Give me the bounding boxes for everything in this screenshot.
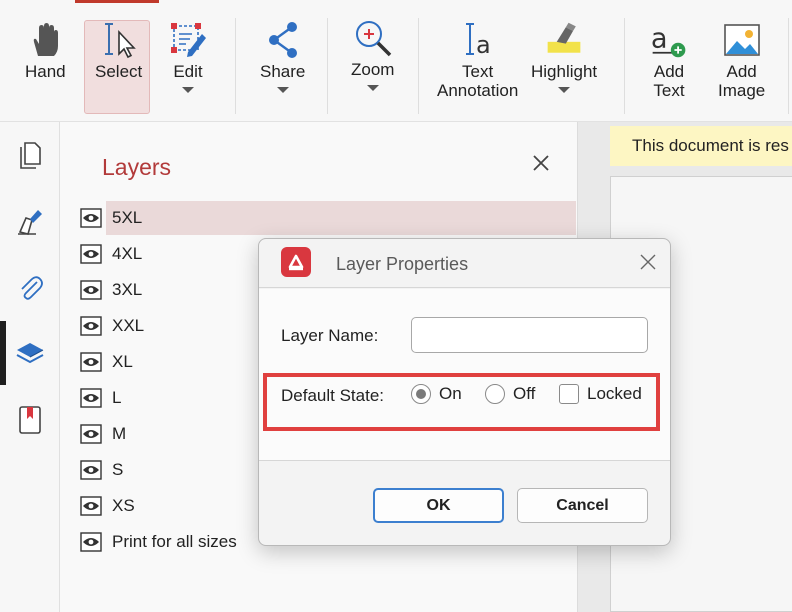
chevron-down-icon xyxy=(366,85,379,91)
layer-label: L xyxy=(112,388,122,407)
checkbox[interactable] xyxy=(559,384,579,404)
radio-button[interactable] xyxy=(485,384,505,404)
toolbar: Hand Select Edit Share Zoom a Text Annot… xyxy=(0,0,792,122)
dialog-body: Layer Name: Default State: On Off Locked xyxy=(259,289,670,461)
selected-row-background xyxy=(106,201,576,235)
zoom-tool-button[interactable]: Zoom xyxy=(351,16,394,91)
toolbar-divider xyxy=(788,18,789,114)
zoom-icon xyxy=(353,16,393,60)
layer-label: Print for all sizes xyxy=(112,532,237,551)
text-annotation-icon: a xyxy=(458,18,498,62)
locked-checkbox[interactable]: Locked xyxy=(559,384,642,404)
share-label: Share xyxy=(260,62,306,81)
add-text-label-line1: Add xyxy=(653,62,685,81)
layers-icon[interactable] xyxy=(0,325,60,381)
toolbar-divider xyxy=(418,18,419,114)
radio-on-label: On xyxy=(439,384,462,403)
attachment-icon[interactable] xyxy=(0,260,60,316)
edit-label: Edit xyxy=(173,62,203,81)
hand-icon xyxy=(25,18,65,62)
text-annotation-button[interactable]: a Text Annotation xyxy=(437,18,518,100)
add-image-button[interactable]: Add Image xyxy=(718,18,765,100)
add-image-label-line2: Image xyxy=(718,81,766,100)
layer-label: 4XL xyxy=(112,244,143,263)
active-tab-accent xyxy=(75,0,159,3)
close-icon[interactable] xyxy=(639,253,657,271)
add-image-icon xyxy=(722,18,762,62)
layer-label: S xyxy=(112,460,124,479)
eye-icon[interactable] xyxy=(80,424,106,444)
eye-icon[interactable] xyxy=(80,280,106,300)
ok-button[interactable]: OK xyxy=(373,488,504,523)
radio-button-selected[interactable] xyxy=(411,384,431,404)
highlight-label: Highlight xyxy=(531,62,598,81)
chevron-down-icon xyxy=(182,87,194,93)
panel-title: Layers xyxy=(102,154,172,180)
eye-icon[interactable] xyxy=(80,244,106,264)
eye-icon[interactable] xyxy=(80,388,106,408)
layer-label: M xyxy=(112,424,127,443)
toolbar-divider xyxy=(235,18,236,114)
text-annotation-label-line2: Annotation xyxy=(437,81,519,100)
side-rail xyxy=(0,122,60,612)
radio-dot-icon xyxy=(416,389,426,399)
hand-label: Hand xyxy=(25,62,66,81)
eye-icon[interactable] xyxy=(80,496,106,516)
app-logo-icon xyxy=(281,247,311,277)
add-text-icon: a xyxy=(649,18,689,62)
eye-icon[interactable] xyxy=(80,460,106,480)
sign-icon[interactable] xyxy=(0,194,60,250)
share-icon xyxy=(263,18,303,62)
document-banner: This document is res xyxy=(610,126,792,166)
pages-icon[interactable] xyxy=(0,128,60,184)
add-text-button[interactable]: a Add Text xyxy=(649,18,689,100)
layer-name-field[interactable] xyxy=(411,317,648,353)
toolbar-divider xyxy=(327,18,328,114)
layer-label: 3XL xyxy=(112,280,143,299)
highlighter-icon xyxy=(544,18,584,62)
add-text-label-line2: Text xyxy=(653,81,685,100)
edit-icon xyxy=(168,18,208,62)
close-icon[interactable] xyxy=(528,150,554,176)
edit-tool-button[interactable]: Edit xyxy=(168,18,208,93)
zoom-label: Zoom xyxy=(351,60,395,79)
chevron-down-icon xyxy=(558,87,571,93)
select-label: Select xyxy=(95,62,143,81)
text-cursor-icon xyxy=(99,18,139,62)
eye-icon[interactable] xyxy=(80,352,106,372)
toolbar-divider xyxy=(624,18,625,114)
eye-icon[interactable] xyxy=(80,208,106,228)
layer-item[interactable]: 5XL xyxy=(80,201,576,235)
layer-properties-dialog: Layer Properties Layer Name: Default Sta… xyxy=(258,238,671,546)
select-tool-button[interactable]: Select xyxy=(95,18,142,81)
highlight-tool-button[interactable]: Highlight xyxy=(531,18,597,93)
svg-text:a: a xyxy=(476,31,491,59)
radio-on[interactable]: On xyxy=(411,384,462,404)
eye-icon[interactable] xyxy=(80,532,106,552)
svg-text:a: a xyxy=(651,23,668,54)
locked-label: Locked xyxy=(587,384,642,403)
hand-tool-button[interactable]: Hand xyxy=(25,18,66,81)
layer-label: XXL xyxy=(112,316,145,335)
text-annotation-label-line1: Text xyxy=(462,62,494,81)
radio-off-label: Off xyxy=(513,384,536,403)
add-image-label-line1: Add xyxy=(726,62,757,81)
dialog-header: Layer Properties xyxy=(259,239,670,288)
share-tool-button[interactable]: Share xyxy=(260,18,305,93)
layer-name-label: Layer Name: xyxy=(281,326,379,345)
default-state-label: Default State: xyxy=(281,386,385,405)
dialog-title: Layer Properties xyxy=(336,254,469,274)
layer-label: XS xyxy=(112,496,135,515)
cancel-button[interactable]: Cancel xyxy=(517,488,648,523)
bookmark-icon[interactable] xyxy=(0,392,60,448)
radio-off[interactable]: Off xyxy=(485,384,535,404)
layer-label: XL xyxy=(112,352,133,371)
chevron-down-icon xyxy=(276,87,289,93)
eye-icon[interactable] xyxy=(80,316,106,336)
layer-label: 5XL xyxy=(112,208,143,227)
